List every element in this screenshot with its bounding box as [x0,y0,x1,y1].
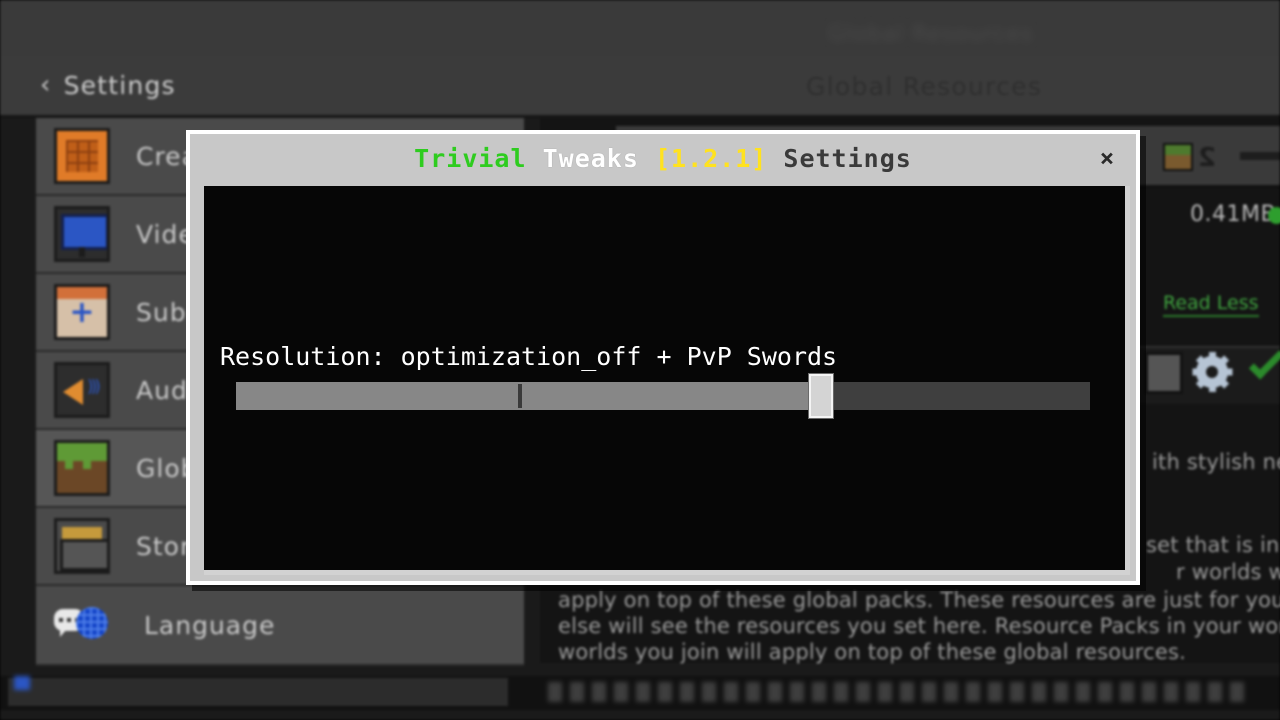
color-swatch[interactable] [1145,352,1183,394]
grass-block-icon [1163,143,1193,171]
pack-count-label: 2 [1198,143,1217,173]
back-button-label: Settings [63,70,176,100]
title-part-settings: Settings [783,143,912,173]
description-fragment: else will see the resources you set here… [558,614,1280,638]
grass-block-icon [54,440,110,496]
ghost-text-left [20,22,84,47]
pack-size-label: 0.41MB [1190,202,1277,227]
language-globe-icon [54,605,118,645]
crafting-table-icon [54,128,110,184]
resolution-setting-label: Resolution: optimization_off + PvP Sword… [220,342,838,371]
description-fragment: ith stylish new [1152,450,1280,474]
sidebar-item-label: Language [144,610,276,640]
description-fragment: worlds you join will apply on top of the… [558,640,1187,664]
back-to-settings-button[interactable]: ‹ Settings [40,70,176,100]
dialog-titlebar: Trivial Tweaks [1.2.1] Settings × [190,134,1136,182]
description-fragment: r worlds will [1176,560,1280,584]
sidebar-item-label: Stor [136,531,192,561]
audio-speaker-icon [54,362,110,418]
dialog-body: Resolution: optimization_off + PvP Sword… [204,186,1130,575]
dialog-title: Trivial Tweaks [1.2.1] Settings [414,144,912,173]
bottom-accent [14,676,30,690]
title-part-mod-name: Trivial [414,143,527,173]
sidebar-item-language[interactable]: Language [36,586,524,666]
close-icon[interactable]: × [1092,143,1122,173]
status-dot [1268,207,1280,224]
title-part-version: [1.2.1] [654,143,768,173]
subscription-plus-icon [54,284,110,340]
resolution-slider[interactable] [236,374,1090,418]
description-fragment: apply on top of these global packs. Thes… [558,588,1280,612]
description-fragment: set that is in [1146,533,1280,557]
divider [1240,152,1280,160]
slider-tick [517,384,522,408]
slider-fill [236,382,821,410]
page-title: Global Resources [806,72,1043,101]
chevron-left-icon: ‹ [40,70,52,100]
slider-handle[interactable] [808,374,833,418]
video-monitor-icon [54,206,110,262]
top-strip [0,0,1280,56]
bottom-ghost-text [548,682,1248,702]
title-part-mod-name2: Tweaks [542,143,639,173]
storage-drawer-icon [54,518,110,574]
header-bar [0,56,1280,118]
trivial-tweaks-settings-dialog: Trivial Tweaks [1.2.1] Settings × Resolu… [186,130,1140,585]
read-less-link[interactable]: Read Less [1163,292,1259,317]
ghost-text-right: Global Resources [828,22,1034,47]
bottom-left-panel [8,678,508,706]
gear-icon[interactable] [1192,352,1232,392]
green-check-icon[interactable] [1245,352,1280,392]
